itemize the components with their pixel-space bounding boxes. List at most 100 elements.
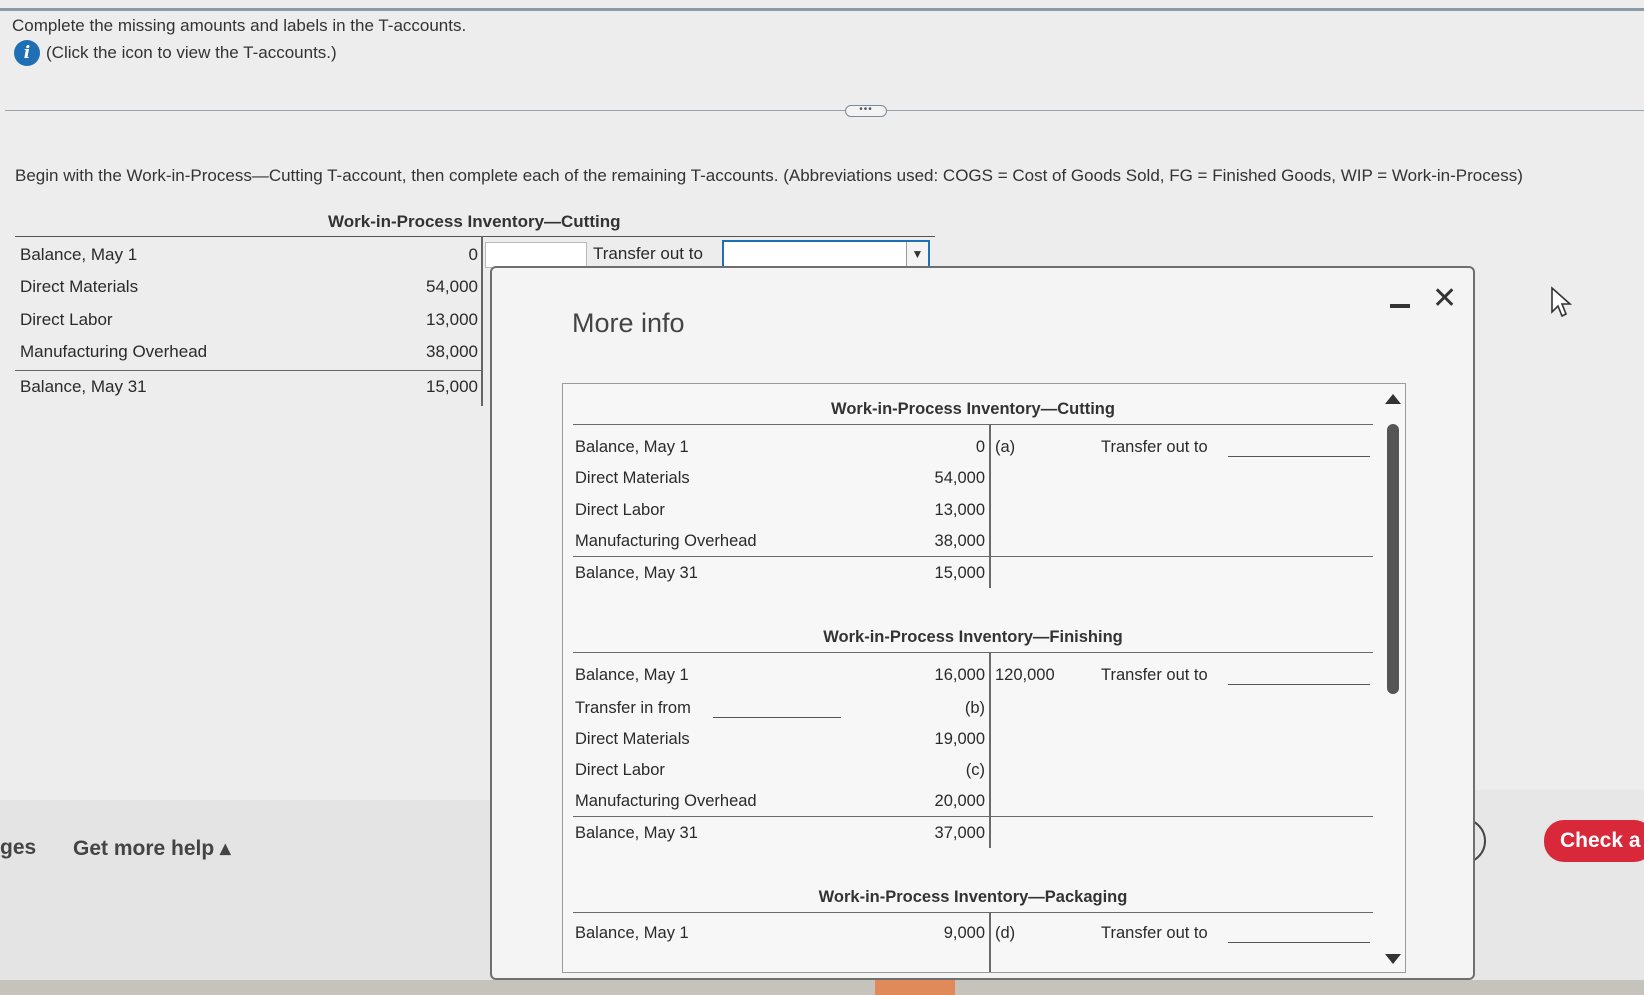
account-title-line [573, 912, 1373, 913]
row-label: Direct Labor [575, 501, 665, 519]
check-answer-button[interactable]: Check a [1544, 820, 1644, 862]
left-account-row: Direct Labor 13,000 [20, 305, 482, 335]
row-amount: 0 [975, 438, 985, 456]
minimize-icon[interactable] [1388, 294, 1412, 314]
account-row: Balance, May 31 15,000 [573, 560, 1373, 588]
row-label: Direct Materials [575, 469, 690, 487]
info-icon[interactable]: i [14, 40, 40, 66]
left-account-title-line [15, 236, 935, 237]
info-link-text: (Click the icon to view the T-accounts.) [46, 43, 337, 62]
row-amount: 54,000 [934, 469, 985, 487]
account-row: Direct Materials 19,000 [573, 726, 1373, 754]
bottom-help-bar [0, 800, 500, 995]
row-label: Balance, May 1 [20, 245, 138, 264]
row-amount: 37,000 [934, 824, 985, 842]
scroll-down-icon[interactable] [1385, 954, 1401, 964]
get-more-help-button[interactable]: Get more help ▴ [73, 836, 231, 861]
account-title-line [573, 652, 1373, 653]
footer-left-text[interactable]: ges [0, 836, 36, 860]
account-row: Manufacturing Overhead 20,000 [573, 788, 1373, 816]
cursor-icon [1551, 286, 1573, 318]
divider-handle[interactable]: ••• [845, 105, 887, 117]
taskbar-highlight [875, 980, 955, 995]
account-row: Direct Labor 13,000 [573, 497, 1373, 525]
account-row: Direct Labor (c) [573, 757, 1373, 785]
row-amount: (c) [965, 761, 985, 779]
row-label: Balance, May 1 [575, 438, 689, 456]
row-amount: 38,000 [426, 342, 478, 361]
transfer-account-select[interactable]: ▼ [722, 240, 930, 268]
account-row: Manufacturing Overhead 38,000 [573, 528, 1373, 556]
balance-line [573, 816, 1373, 817]
chevron-down-icon[interactable]: ▼ [906, 242, 928, 266]
row-amount: 15,000 [934, 564, 985, 582]
close-icon[interactable]: ✕ [1432, 284, 1457, 314]
transfer-out-label: Transfer out to [593, 244, 703, 263]
left-account-balance-line [15, 370, 483, 371]
answer-blank [1228, 942, 1370, 943]
left-account-row: Balance, May 31 15,000 [20, 372, 482, 402]
row-amount: 54,000 [426, 277, 478, 296]
row-label: Direct Labor [575, 761, 665, 779]
modal-scrollbar[interactable] [1385, 394, 1401, 964]
row-amount: 19,000 [934, 730, 985, 748]
account-row: Balance, May 31 37,000 [573, 820, 1373, 848]
row-label: Direct Labor [20, 310, 113, 329]
row-label: Transfer in from [575, 699, 691, 717]
row-label: Balance, May 1 [575, 666, 689, 684]
row-amount: 13,000 [426, 310, 478, 329]
left-account-row: Direct Materials 54,000 [20, 272, 482, 302]
account-row: Balance, May 1 16,000 120,000 Transfer o… [573, 662, 1373, 690]
account-row: Balance, May 1 0 (a) Transfer out to [573, 434, 1373, 462]
row-amount: (b) [964, 699, 985, 717]
row-credit: (d) [995, 924, 1016, 942]
row-label: Direct Materials [20, 277, 139, 296]
row-amount: 15,000 [426, 377, 478, 396]
row-credit-label: Transfer out to [1101, 666, 1208, 684]
row-credit-label: Transfer out to [1101, 438, 1208, 456]
transfer-amount-input[interactable] [485, 242, 587, 268]
account-title: Work-in-Process Inventory—Packaging [818, 888, 1128, 906]
row-label: Balance, May 31 [575, 824, 698, 842]
modal-scroll-content[interactable]: Work-in-Process Inventory—Cutting Balanc… [562, 383, 1406, 973]
scroll-up-icon[interactable] [1385, 394, 1401, 404]
row-amount: 38,000 [934, 532, 985, 550]
row-amount: 9,000 [943, 924, 985, 942]
row-label: Manufacturing Overhead [575, 532, 757, 550]
account-title-line [573, 424, 1373, 425]
row-label: Balance, May 1 [575, 924, 689, 942]
scroll-thumb[interactable] [1387, 424, 1399, 694]
top-border [0, 8, 1644, 11]
left-account-row: Manufacturing Overhead 38,000 [20, 337, 482, 367]
row-label: Balance, May 31 [20, 377, 147, 396]
answer-blank [713, 717, 841, 718]
balance-line [573, 556, 1373, 557]
answer-blank [1228, 684, 1370, 685]
row-amount: 13,000 [934, 501, 985, 519]
more-info-modal: More info ✕ Work-in-Process Inventory—Cu… [490, 266, 1475, 980]
row-amount: 0 [468, 245, 478, 264]
row-label: Balance, May 31 [575, 564, 698, 582]
begin-instruction: Begin with the Work-in-Process—Cutting T… [15, 166, 1523, 185]
row-label: Manufacturing Overhead [575, 792, 757, 810]
panel-divider [5, 110, 1644, 111]
modal-title: More info [572, 308, 685, 338]
row-credit: 120,000 [995, 666, 1055, 684]
account-row: Balance, May 1 9,000 (d) Transfer out to [573, 920, 1373, 948]
info-link[interactable]: i (Click the icon to view the T-accounts… [14, 40, 337, 66]
left-account-row: Balance, May 1 0 [20, 240, 482, 270]
answer-blank [1228, 456, 1370, 457]
account-title: Work-in-Process Inventory—Finishing [823, 628, 1123, 646]
instruction-text: Complete the missing amounts and labels … [12, 16, 467, 35]
account-row: Transfer in from (b) [573, 695, 1373, 723]
row-label: Direct Materials [575, 730, 690, 748]
row-amount: 20,000 [934, 792, 985, 810]
bottom-taskbar-strip [0, 980, 1644, 995]
row-credit-label: Transfer out to [1101, 924, 1208, 942]
row-amount: 16,000 [934, 666, 985, 684]
page: Complete the missing amounts and labels … [0, 0, 1644, 995]
row-label: Manufacturing Overhead [20, 342, 208, 361]
account-title: Work-in-Process Inventory—Cutting [831, 400, 1115, 418]
account-row: Direct Materials 54,000 [573, 465, 1373, 493]
row-credit: (a) [995, 438, 1016, 456]
